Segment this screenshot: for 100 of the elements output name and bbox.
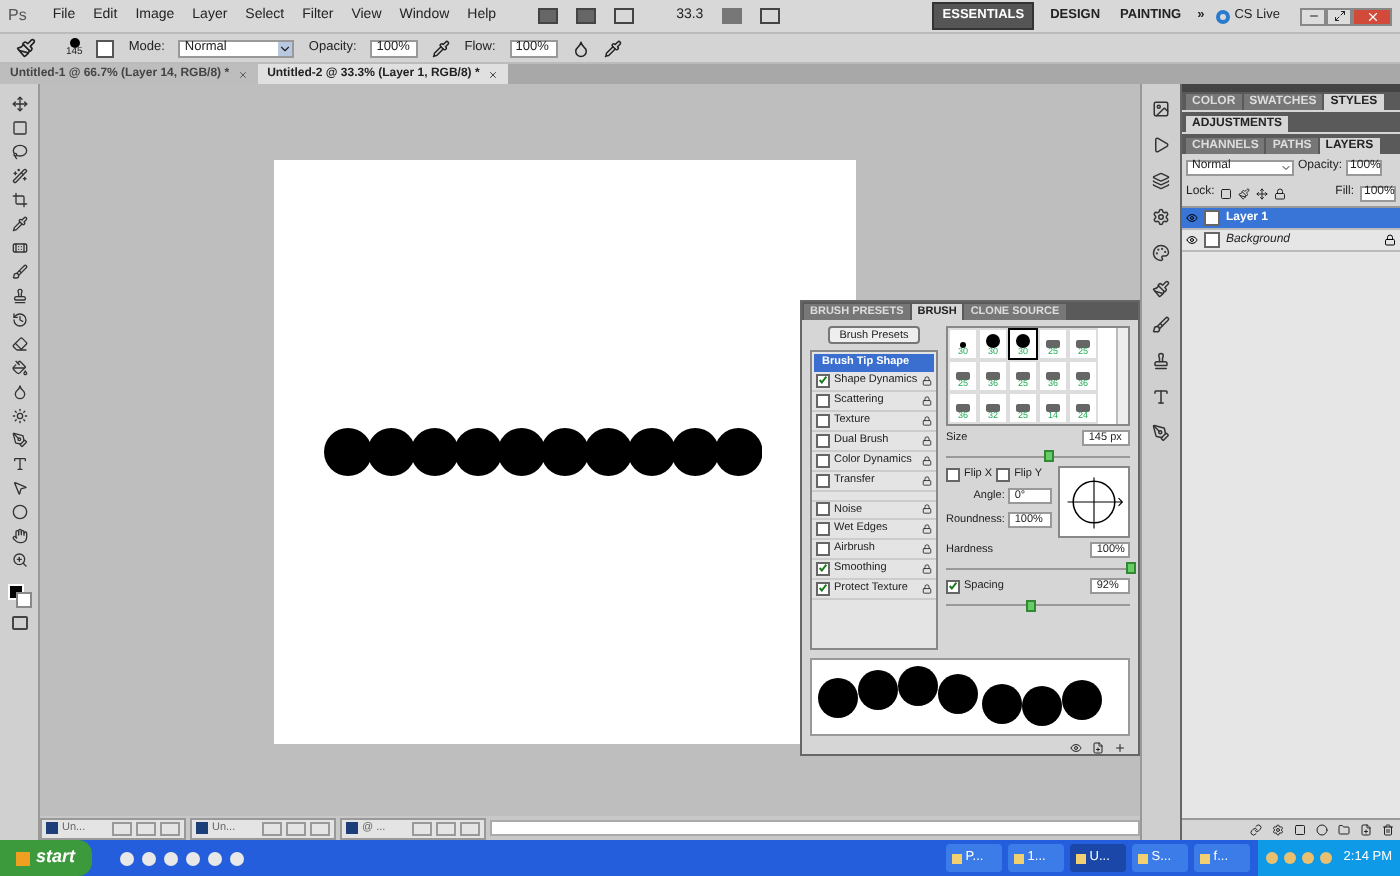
checkbox[interactable] (816, 453, 830, 468)
folder-icon[interactable] (1338, 824, 1350, 836)
hardness-slider[interactable] (946, 562, 1131, 575)
panel-icon[interactable] (1152, 388, 1170, 406)
tool-icon[interactable] (11, 456, 27, 472)
tool-icon[interactable] (11, 432, 27, 448)
app-logo: Ps (8, 4, 27, 28)
panel-icon[interactable] (1152, 424, 1170, 442)
lock-icon[interactable] (922, 395, 932, 406)
lock-position-icon[interactable] (1256, 187, 1269, 199)
panel-icon[interactable] (1152, 280, 1170, 298)
tool-icon[interactable] (11, 144, 27, 160)
checkbox[interactable] (946, 467, 960, 482)
app-icon (196, 822, 208, 834)
brush-shape-icon (1016, 372, 1030, 381)
brush-shape-icon (1046, 372, 1060, 381)
tool-icon[interactable] (11, 192, 27, 208)
new-layer-icon[interactable] (1360, 824, 1372, 836)
lock-icon[interactable] (922, 504, 932, 515)
slider-thumb[interactable] (1025, 599, 1036, 612)
checkbox[interactable] (816, 393, 830, 408)
brush-shape-icon (986, 404, 1000, 413)
lock-paint-icon[interactable] (1238, 187, 1251, 199)
brush-panel-toggle-icon[interactable] (96, 39, 115, 57)
visibility-icon[interactable] (1186, 234, 1198, 246)
panel-icon[interactable] (1152, 352, 1170, 370)
lock-icon[interactable] (922, 415, 932, 426)
panel-icon[interactable] (1152, 316, 1170, 334)
lock-icon[interactable] (922, 455, 932, 466)
lock-icon[interactable] (922, 543, 932, 554)
restore-button[interactable] (1326, 7, 1352, 25)
panel-icon[interactable] (1152, 244, 1170, 262)
checkbox[interactable] (816, 502, 830, 517)
new-preset-icon[interactable] (1092, 742, 1104, 754)
tool-icon[interactable] (11, 384, 27, 400)
lock-icon[interactable] (922, 583, 932, 594)
brush-tool-icon[interactable] (16, 38, 36, 58)
lock-all-icon[interactable] (1274, 187, 1287, 199)
tool-icon[interactable] (11, 288, 27, 304)
toggle-preview-icon[interactable] (1070, 742, 1082, 754)
lock-pixels-icon[interactable] (1220, 187, 1233, 199)
tool-icon[interactable] (11, 336, 27, 352)
checkbox[interactable] (816, 521, 830, 536)
tool-icon[interactable] (11, 168, 27, 184)
screen-mode-icon[interactable] (759, 8, 780, 24)
app-icon (46, 822, 58, 834)
checkbox[interactable] (816, 373, 830, 388)
checkbox[interactable] (816, 581, 830, 596)
panel-icon[interactable] (1152, 172, 1170, 190)
lock-icon[interactable] (922, 375, 932, 386)
tool-icon[interactable] (11, 360, 27, 376)
checkbox[interactable] (946, 579, 960, 594)
minimize-icon (1307, 10, 1319, 22)
checkbox[interactable] (996, 467, 1011, 482)
screen-icon[interactable] (576, 8, 597, 24)
lock-icon[interactable] (922, 563, 932, 574)
app-icon (1199, 853, 1210, 863)
app-icon (346, 822, 358, 834)
link-icon[interactable] (1250, 824, 1262, 836)
start-button[interactable]: start (0, 840, 92, 876)
quick-mask-icon[interactable] (11, 616, 27, 630)
lock-icon[interactable] (922, 475, 932, 486)
tool-icon[interactable] (11, 96, 27, 112)
app-icon (1075, 853, 1086, 863)
lock-icon[interactable] (922, 523, 932, 534)
tool-icon[interactable] (11, 264, 27, 280)
slider-thumb[interactable] (1126, 562, 1137, 575)
mask-icon[interactable] (1294, 824, 1306, 836)
scroll-bar[interactable] (1116, 327, 1129, 424)
tool-icon[interactable] (11, 408, 27, 424)
delete-icon[interactable] (1382, 824, 1394, 836)
tool-icon[interactable] (11, 240, 27, 256)
close-button[interactable] (1352, 7, 1392, 25)
brush-shape-icon (1016, 404, 1030, 413)
checkbox[interactable] (816, 473, 830, 488)
spacing-slider[interactable] (946, 599, 1131, 612)
panel-icon[interactable] (1152, 100, 1170, 118)
tool-icon[interactable] (11, 552, 27, 568)
tool-icon[interactable] (11, 216, 27, 232)
add-icon[interactable] (1114, 742, 1126, 754)
size-slider[interactable] (946, 450, 1131, 463)
app-icon (1013, 853, 1024, 863)
horizontal-scroll-bar[interactable] (490, 820, 1140, 836)
tool-icon[interactable] (11, 528, 27, 544)
dropdown-arrow-icon (278, 41, 293, 55)
screen-icon[interactable] (538, 8, 559, 24)
brush-shape-icon (956, 372, 970, 381)
color-swatches-icon[interactable] (7, 584, 31, 608)
tool-icon[interactable] (11, 120, 27, 136)
checkbox[interactable] (816, 541, 830, 556)
checkbox[interactable] (816, 413, 830, 428)
checkbox[interactable] (816, 561, 830, 576)
lock-icon[interactable] (922, 435, 932, 446)
view-extras-icon[interactable] (614, 8, 635, 24)
slider-thumb[interactable] (1043, 450, 1054, 463)
panel-icon[interactable] (1152, 208, 1170, 226)
panel-icon[interactable] (1152, 136, 1170, 154)
brush-angle-widget[interactable] (1058, 466, 1131, 539)
checkbox[interactable] (816, 433, 830, 448)
tool-icon[interactable] (11, 312, 27, 328)
